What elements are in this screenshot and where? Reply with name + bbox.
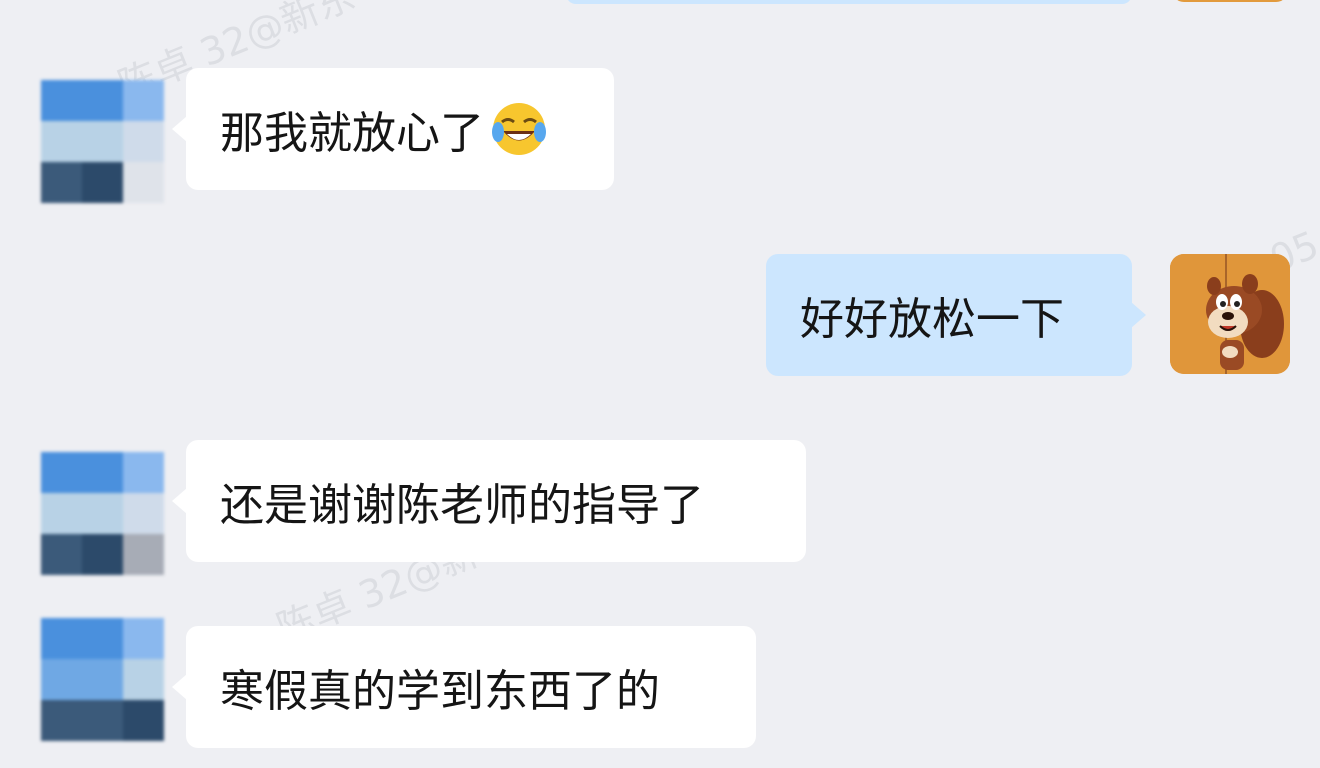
outgoing-message-bubble-partial[interactable] (566, 0, 1132, 4)
tears-of-joy-emoji-icon (490, 100, 548, 158)
contact-avatar[interactable] (41, 80, 165, 204)
message-text: 寒假真的学到东西了的 (220, 666, 660, 717)
chipmunk-avatar-icon (1170, 254, 1290, 374)
incoming-message-bubble[interactable]: 还是谢谢陈老师的指导了 (172, 440, 806, 562)
outgoing-message-bubble[interactable]: 好好放松一下 (766, 254, 1146, 376)
self-avatar-partial[interactable] (1172, 0, 1288, 2)
incoming-message-bubble[interactable]: 寒假真的学到东西了的 (172, 626, 756, 748)
message-text: 还是谢谢陈老师的指导了 (220, 480, 704, 531)
contact-avatar[interactable] (41, 618, 165, 742)
contact-avatar[interactable] (41, 452, 165, 576)
message-text: 那我就放心了 (220, 108, 484, 159)
self-avatar[interactable] (1170, 254, 1290, 374)
incoming-message-bubble[interactable]: 那我就放心了 (172, 68, 614, 190)
message-text: 好好放松一下 (800, 294, 1064, 345)
